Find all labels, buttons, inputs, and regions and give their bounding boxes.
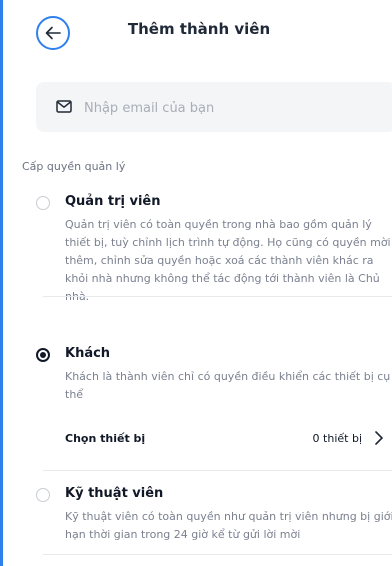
option-title: Quản trị viên: [65, 194, 161, 209]
select-devices-label: Chọn thiết bị: [65, 432, 146, 445]
device-count: 0 thiết bị: [312, 432, 362, 445]
divider: [43, 470, 392, 471]
option-title: Khách: [65, 346, 111, 361]
section-label: Cấp quyền quản lý: [22, 160, 126, 173]
radio-admin[interactable]: [36, 196, 50, 210]
divider: [43, 296, 392, 297]
window-border: [0, 0, 3, 566]
radio-guest[interactable]: [36, 348, 50, 362]
page-title: Thêm thành viên: [127, 20, 271, 38]
option-description: Khách là thành viên chỉ có quyền điều kh…: [65, 370, 391, 401]
header: Thêm thành viên: [6, 0, 392, 66]
option-description: Quản trị viên có toàn quyền trong nhà ba…: [65, 218, 391, 303]
chevron-right-icon: [375, 431, 383, 445]
option-title: Kỹ thuật viên: [65, 486, 164, 501]
email-field[interactable]: [36, 82, 392, 132]
email-input[interactable]: [82, 96, 386, 120]
select-devices-row[interactable]: Chọn thiết bị 0 thiết bị: [65, 428, 392, 452]
radio-technician[interactable]: [36, 488, 50, 502]
divider: [43, 554, 392, 555]
option-description: Kỹ thuật viên có toàn quyền như quản trị…: [65, 510, 392, 541]
mail-icon: [56, 100, 72, 113]
